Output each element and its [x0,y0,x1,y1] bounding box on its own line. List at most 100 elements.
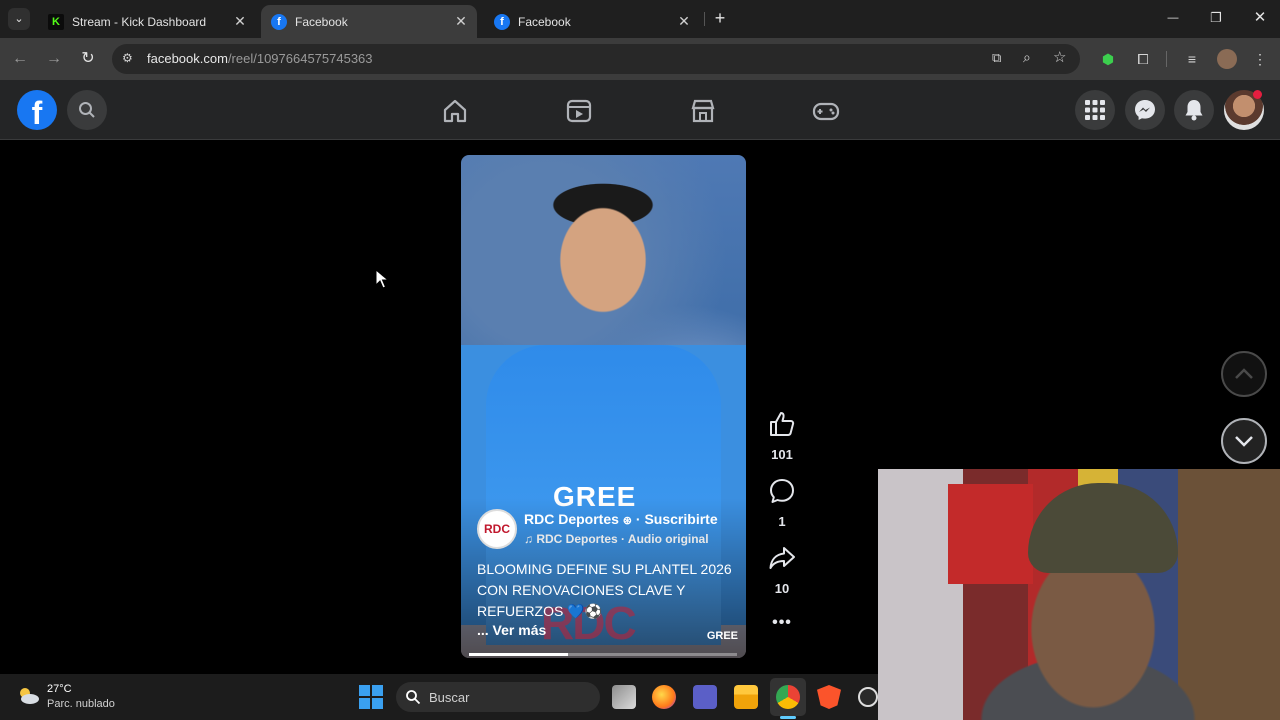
author-name[interactable]: RDC Deportes [524,511,619,527]
like-icon [770,412,795,436]
bookmark-star-icon[interactable]: ☆ [1053,48,1066,66]
site-info-icon[interactable]: ⚙ [122,51,133,65]
firefox-icon[interactable] [652,685,676,709]
file-explorer-icon[interactable] [734,685,758,709]
jersey-on-wall [948,484,1033,584]
video-icon[interactable] [565,97,593,125]
taskbar-search-box[interactable]: Buscar [396,682,600,712]
close-window-button[interactable]: ✕ [1250,8,1270,28]
search-icon [406,690,421,705]
close-tab-icon[interactable]: ✕ [676,13,692,29]
facebook-icon: f [494,13,510,30]
comment-count: 1 [778,514,786,529]
extensions-puzzle-icon[interactable]: ⧠ [1133,49,1153,69]
previous-reel-button[interactable] [1221,351,1267,397]
weather-icon[interactable] [16,684,40,708]
windows-taskbar: 27°C Parc. nublado Buscar [0,674,878,720]
menu-grid-button[interactable] [1075,90,1115,130]
obs-icon[interactable] [858,687,878,707]
kick-icon: K [48,13,64,30]
tab-title: Facebook [518,14,571,29]
url-path: /reel/1097664575745363 [227,51,373,66]
gaming-icon[interactable] [812,97,840,125]
forward-button[interactable]: → [44,49,64,69]
like-action[interactable]: 101 [762,410,802,462]
url-text: facebook.com/reel/1097664575745363 [147,51,373,66]
reel-caption: BLOOMING DEFINE SU PLANTEL 2026 CON RENO… [477,561,732,619]
next-reel-button[interactable] [1221,418,1267,464]
music-note-icon: ♫ [524,532,533,546]
tab-kick-dashboard[interactable]: K Stream - Kick Dashboard ✕ [38,5,256,38]
back-button[interactable]: ← [10,49,30,69]
verified-icon: ⊛ [622,515,633,527]
facebook-logo[interactable]: f [17,90,57,130]
address-bar[interactable]: ⚙ facebook.com/reel/1097664575745363 ⧉ ⌕… [112,44,1080,74]
more-options-button[interactable]: ••• [762,614,802,632]
share-action[interactable]: 10 [762,544,802,596]
reload-button[interactable]: ↻ [78,49,98,69]
restore-button[interactable]: ❐ [1206,8,1226,28]
audio-label: RDC Deportes · Audio original [536,532,709,546]
chrome-active-indicator [780,716,796,719]
search-icon [79,102,95,118]
sponsor-logo-small: GREE [706,630,738,642]
marketplace-icon[interactable] [689,97,717,125]
notification-dot [1253,90,1262,99]
facebook-search-button[interactable] [67,90,107,130]
chrome-icon[interactable] [776,685,800,709]
audio-line[interactable]: ♫ RDC Deportes · Audio original [524,532,709,546]
new-tab-button[interactable]: + [710,8,730,28]
close-tab-icon[interactable]: ✕ [232,13,248,29]
windows-start-icon[interactable] [359,685,383,709]
home-icon[interactable] [441,97,469,125]
url-host: facebook.com [147,51,228,66]
menu-grid-icon [1085,100,1105,120]
browser-menu-icon[interactable]: ⋮ [1250,49,1270,69]
see-more-link[interactable]: ... Ver más [477,622,546,638]
like-count: 101 [771,447,793,462]
subscribe-button[interactable]: Suscribirte [644,511,717,527]
tab-title: Stream - Kick Dashboard [72,14,207,29]
author-avatar[interactable]: RDC [477,509,517,549]
tab-title: Facebook [295,14,348,29]
minimize-button[interactable]: — [1163,8,1183,28]
teams-icon[interactable] [693,685,717,709]
task-view-icon[interactable] [612,685,636,709]
install-app-icon[interactable]: ⧉ [992,50,1001,66]
zoom-icon[interactable]: ⌕ [1023,49,1031,66]
tab-divider [704,12,705,26]
weather-temperature[interactable]: 27°C [47,683,72,695]
toolbar-divider [1166,51,1167,67]
reel-video[interactable]: GREE RDC GREE RDC RDC Deportes ⊛ · Suscr… [461,155,746,658]
webcam-overlay [878,469,1280,720]
tab-search-button[interactable]: ⌄ [8,8,30,30]
comment-icon [770,479,794,503]
tab-facebook-active[interactable]: f Facebook ✕ [261,5,477,38]
extension-green-icon[interactable]: ⬢ [1098,49,1118,69]
weather-description[interactable]: Parc. nublado [47,698,115,710]
facebook-top-bar: f [0,80,1280,140]
browser-tab-strip: ⌄ K Stream - Kick Dashboard ✕ f Facebook… [0,0,1280,38]
chevron-down-icon [1235,436,1253,447]
profile-avatar-small[interactable] [1217,49,1237,69]
reel-progress-fill [469,653,569,656]
share-count: 10 [774,581,790,596]
tab-facebook[interactable]: f Facebook ✕ [484,5,700,38]
browser-toolbar: ← → ↻ ⚙ facebook.com/reel/10976645757453… [0,38,1280,80]
notifications-button[interactable] [1174,90,1214,130]
messenger-icon [1135,100,1155,120]
close-tab-icon[interactable]: ✕ [453,13,469,29]
chevron-up-icon [1235,368,1253,379]
mouse-cursor-icon [375,269,389,289]
notifications-icon [1185,100,1203,121]
facebook-icon: f [271,13,287,30]
share-icon [769,547,795,569]
brave-icon[interactable] [817,685,841,709]
reel-progress-bar[interactable] [469,653,737,656]
media-controls-icon[interactable]: ≡ [1182,49,1202,69]
comment-action[interactable]: 1 [762,477,802,529]
messenger-button[interactable] [1125,90,1165,130]
taskbar-search-placeholder: Buscar [429,690,470,705]
separator-dot: · [635,511,641,527]
author-line: RDC Deportes ⊛ · Suscribirte [524,511,718,527]
